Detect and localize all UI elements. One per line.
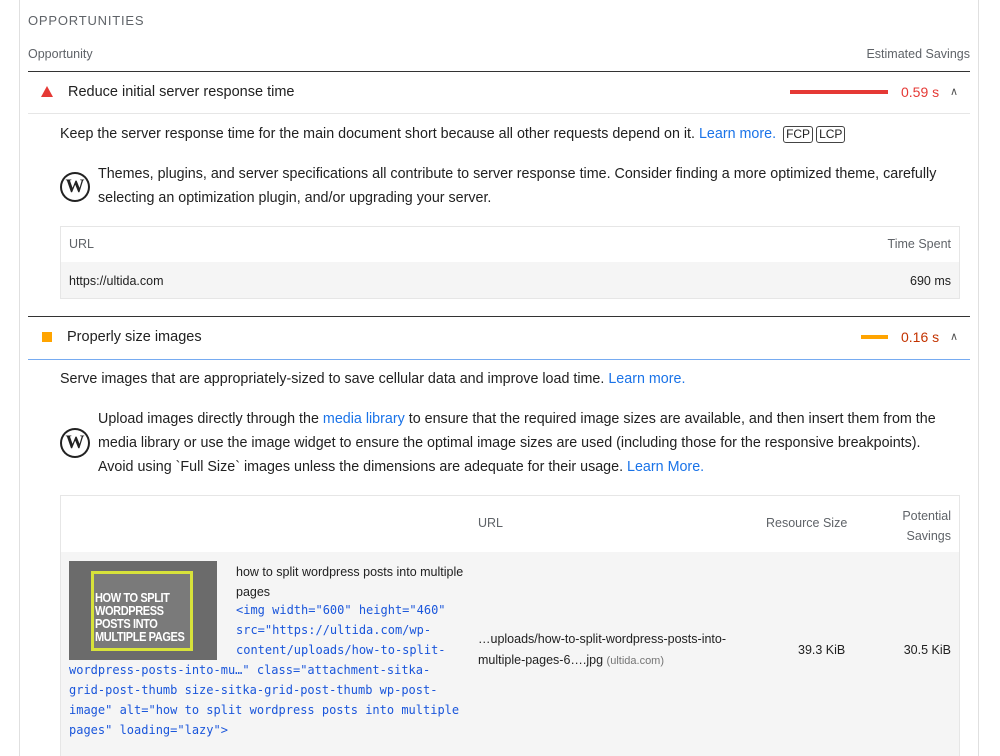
savings-value: 0.16 s [901,329,940,345]
column-header-savings: Estimated Savings [866,47,970,61]
resource-url[interactable]: …uploads/how-to-split-wordpress-posts-in… [478,632,726,646]
tip-text: Upload images directly through the [98,411,319,427]
learn-more-link[interactable]: Learn more. [608,371,685,387]
audit-divider [28,359,970,360]
code-line: src="https://ultida.com/wp- [236,623,432,637]
thumbnail-text: MULTIPLE PAGES [95,629,185,644]
table-header-url: URL [478,516,504,530]
resource-url-line2[interactable]: multiple-pages-6….jpg (ultida.com) [478,653,664,667]
description-text: Serve images that are appropriately-size… [60,371,605,387]
savings-bar [790,90,888,94]
table-header-time-spent: Time Spent [887,237,951,251]
audit-title: Properly size images [67,329,202,345]
code-line: grid-post-thumb size-sitka-grid-post-thu… [69,683,438,697]
chevron-up-icon[interactable]: ∧ [950,330,958,343]
table-row [61,262,959,298]
table-header-resource-size: Resource Size [766,516,848,530]
wordpress-tip: Upload images directly through the media… [98,407,950,479]
table-header-potential-savings: Potential Savings [902,509,951,543]
learn-more-link[interactable]: Learn more. [699,126,776,142]
metric-chip-lcp: LCP [816,126,846,143]
wordpress-icon: W [60,172,90,202]
learn-more-link[interactable]: Learn More. [627,459,704,475]
savings-value: 0.59 s [901,84,940,100]
code-line: <img width="600" height="460" [236,603,446,617]
chevron-up-icon[interactable]: ∧ [950,85,958,98]
resource-size: 39.3 KiB [798,643,846,657]
wordpress-icon: W [60,428,90,458]
code-line: pages" loading="lazy"> [69,723,228,737]
audit-title: Reduce initial server response time [68,84,295,100]
code-line: wordpress-posts-into-mu…" class="attachm… [69,663,431,677]
code-line: content/uploads/how-to-split- [236,643,446,657]
resource-filename: multiple-pages-6….jpg [478,653,604,667]
description-text: Keep the server response time for the ma… [60,126,695,142]
table-header-url: URL [69,237,95,251]
row-url[interactable]: https://ultida.com [69,274,164,288]
media-library-link[interactable]: media library [323,411,405,427]
row-time-spent: 690 ms [910,274,951,288]
savings-bar [861,335,888,339]
audit-description: Keep the server response time for the ma… [60,126,846,143]
code-line: image" alt="how to split wordpress posts… [69,703,460,717]
warning-square-icon [42,332,52,342]
fail-triangle-icon [41,86,53,97]
potential-savings: 30.5 KiB [903,643,951,657]
section-title: OPPORTUNITIES [28,13,145,28]
column-header-opportunity: Opportunity [28,47,93,61]
metric-chip-fcp: FCP [783,126,814,143]
audit-divider [28,316,970,317]
header-divider [28,71,970,72]
element-title: how to split wordpress posts into multip… [236,565,464,599]
wordpress-tip: Themes, plugins, and server specificatio… [98,166,937,206]
audit-divider [28,113,970,114]
resource-host: (ultida.com) [606,655,665,667]
image-thumbnail: HOW TO SPLIT WORDPRESS POSTS INTO MULTIP… [69,561,217,660]
audit-description: Serve images that are appropriately-size… [60,371,685,387]
